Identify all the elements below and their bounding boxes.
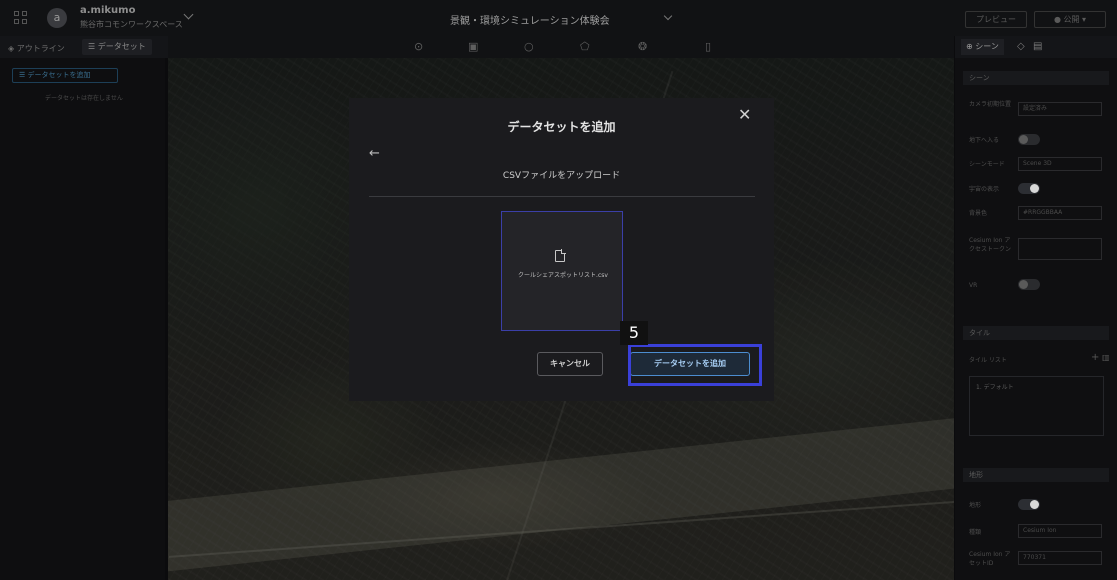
apps-grid-icon[interactable] [14,11,27,24]
globe-icon: ⊕ [966,42,976,51]
image-icon[interactable]: ▣ [468,40,478,53]
tab-outline[interactable]: ◈ アウトライン [8,43,65,54]
chevron-down-icon[interactable] [183,9,194,20]
step-number-badge: 5 [620,321,648,345]
top-bar: a a.mikumo 熊谷市コモンワークスペース 景観・環境シミュレーション体験… [0,0,1117,36]
divider [369,196,755,197]
database-icon: ☰ [88,42,98,51]
terrain-type-select[interactable]: Cesium Ion [1018,524,1102,538]
tab-label: シーン [975,42,999,51]
workspace-name[interactable]: 熊谷市コモンワークスペース [80,19,183,30]
circle-icon[interactable]: ○ [524,40,534,53]
workspace-avatar[interactable]: a [47,8,67,28]
underground-label: 地下へ入る [969,137,1000,144]
layers-icon: ◈ [8,44,17,53]
terrain-section-header[interactable]: 地形 [963,468,1109,482]
camera-field[interactable]: 設定済み [1018,102,1102,116]
vr-toggle[interactable] [1018,279,1040,290]
left-panel-tabs: ◈ アウトライン ☰ データセット [0,36,168,58]
step-highlight-box [628,344,762,386]
map-pin-icon[interactable]: ⊙ [414,40,423,53]
tile-list-item[interactable]: 1. デフォルト [976,382,1014,391]
vr-label: VR [969,282,978,289]
file-name: クールシェアスポットリスト.csv [518,272,608,279]
right-panel: シーン カメラ初期位置 設定済み 地下へ入る シーンモード Scene 3D 宇… [955,58,1117,580]
space-toggle[interactable] [1018,183,1040,194]
tab-label: データセット [97,42,146,51]
cesium-token-label: Cesium Ion アクセストークン [969,237,1012,253]
empty-dataset-message: データセットは存在しません [45,95,123,102]
tab-label: アウトライン [16,44,65,53]
cesium-token-field[interactable] [1018,238,1102,260]
scene-mode-select[interactable]: Scene 3D [1018,157,1102,171]
terrain-toggle[interactable] [1018,499,1040,510]
tab-dataset[interactable]: ☰ データセット [82,39,152,55]
bg-color-field[interactable]: #RRGGBBAA [1018,206,1102,220]
terrain-label: 地形 [969,502,982,509]
tag-icon[interactable]: ◇ [1017,41,1025,52]
widget-icon[interactable]: ▤ [1033,41,1042,52]
cancel-button[interactable]: キャンセル [537,352,603,376]
modal-subtitle: CSVファイルをアップロード [502,171,621,181]
file-icon [555,249,566,262]
trash-icon[interactable]: ▥ [1102,353,1110,362]
file-icon[interactable]: ▯ [705,40,711,53]
scene-mode-label: シーンモード [969,161,1005,168]
left-panel: ☰ データセットを追加 データセットは存在しません [0,58,165,580]
add-dataset-button[interactable]: ☰ データセットを追加 [12,68,118,83]
tile-list-label: タイル リスト [969,357,1007,364]
scene-section-header[interactable]: シーン [963,71,1109,85]
type-label: 種類 [969,529,982,536]
tab-scene[interactable]: ⊕ シーン [961,39,1004,55]
database-icon: ☰ [19,71,28,79]
back-arrow-icon[interactable]: ← [369,146,380,161]
tile-list: 1. デフォルト [969,376,1104,436]
project-title[interactable]: 景観・環境シミュレーション体験会 [450,12,610,27]
tile-section-header[interactable]: タイル [963,326,1109,340]
bg-color-label: 背景色 [969,210,988,217]
camera-label: カメラ初期位置 [969,101,1012,108]
uploaded-file-card[interactable]: クールシェアスポットリスト.csv [501,211,623,331]
model-icon[interactable]: ❂ [638,40,647,53]
right-panel-tabs: ⊕ シーン ◇ ▤ [955,36,1117,58]
space-label: 宇宙の表示 [969,186,1000,193]
plus-icon[interactable]: + [1091,352,1099,363]
user-name[interactable]: a.mikumo [80,5,135,16]
chevron-down-icon[interactable] [663,11,673,21]
modal-title: データセットを追加 [507,120,616,134]
asset-id-label: Cesium Ion アセットID [969,551,1011,567]
asset-id-field[interactable]: 770371 [1018,551,1102,565]
map-toolbar: ⊙ ▣ ○ ⬠ ❂ ▯ [168,36,954,58]
close-icon[interactable]: ✕ [738,105,751,124]
publish-button[interactable]: ● 公開 ▾ [1034,11,1106,28]
preview-button[interactable]: プレビュー [965,11,1027,28]
underground-toggle[interactable] [1018,134,1040,145]
add-dataset-label: データセットを追加 [27,71,91,79]
polygon-icon[interactable]: ⬠ [580,40,590,53]
